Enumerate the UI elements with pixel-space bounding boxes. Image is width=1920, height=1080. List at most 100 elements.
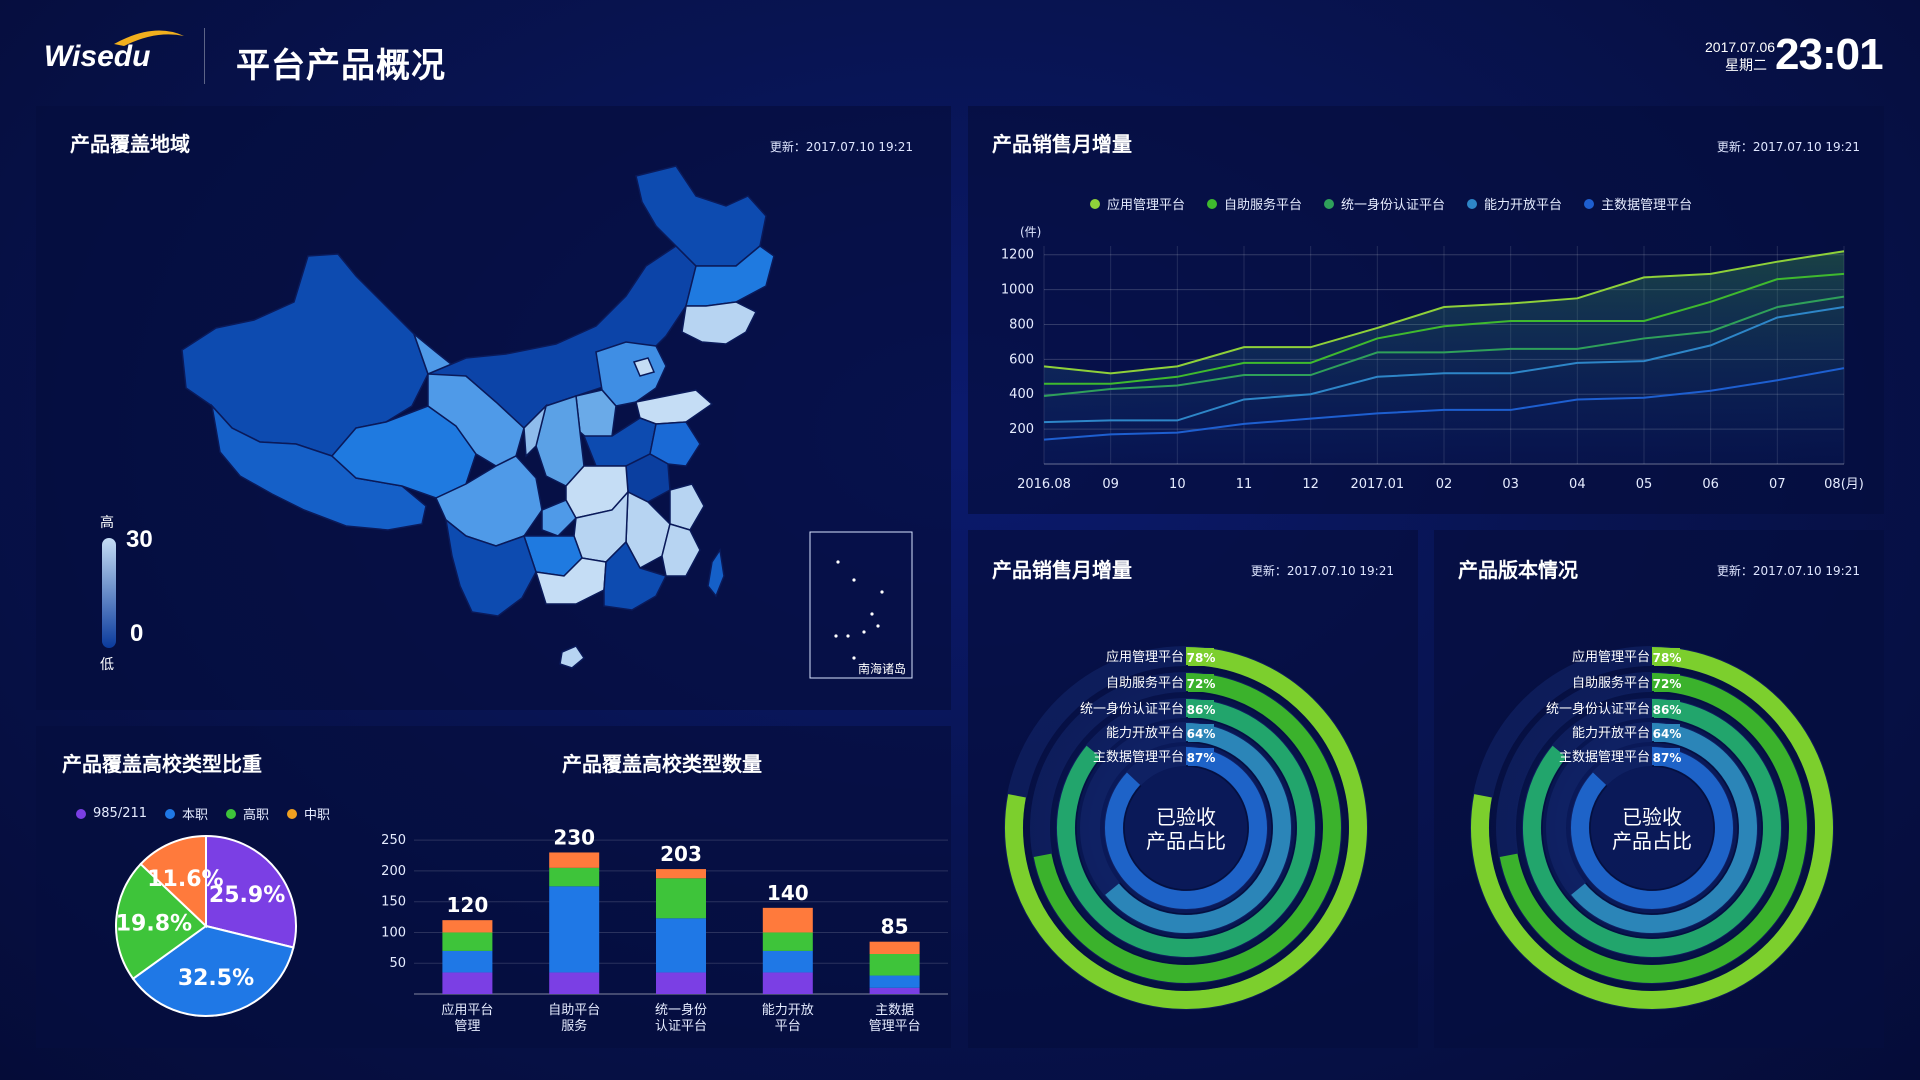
bar-segment <box>762 907 813 933</box>
map-panel: 产品覆盖地域 更新：2017.07.10 19:21 高 低 30 0 南海诸岛 <box>36 106 951 710</box>
radial-item-label: 统一身份认证平台 <box>1080 701 1184 717</box>
radial-value-text: 78% <box>1187 651 1216 665</box>
bar-segment <box>549 972 600 994</box>
bar-chart: 50 100 150 200 250 120 应用平台管理 230 自助平台服务 203 统一身份认… <box>381 825 948 1034</box>
radial-center-line1: 已验收 <box>1622 805 1682 829</box>
region-zhejiang[interactable] <box>669 483 705 531</box>
bar-segment <box>762 932 813 951</box>
bar-total-label: 120 <box>447 893 489 917</box>
radial-item-label: 能力开放平台 <box>1106 726 1184 741</box>
bar-total-label: 140 <box>767 881 809 905</box>
bar-segment <box>656 878 706 919</box>
x-tick-label: 04 <box>1569 477 1586 492</box>
south-china-sea-inset <box>809 531 913 679</box>
scale-low-label: 低 <box>100 657 114 673</box>
pie-slice-label: 11.6% <box>147 867 223 892</box>
x-tick-label: 11 <box>1236 477 1253 492</box>
pie-slice-label: 19.8% <box>116 912 192 937</box>
bar-y-tick-label: 100 <box>381 925 406 940</box>
y-tick-label: 400 <box>1009 387 1034 402</box>
bar-segment <box>549 886 600 973</box>
bar-segment <box>762 972 813 994</box>
region-fujian[interactable] <box>661 523 701 577</box>
radial-item-label: 自助服务平台 <box>1572 675 1650 691</box>
y-tick-label: 800 <box>1009 317 1034 332</box>
bar-category-label: 自助平台 <box>548 1003 600 1018</box>
line-chart-panel: 产品销售月增量 更新：2017.07.10 19:21 应用管理平台 自助服务平台… <box>968 106 1884 514</box>
region-liaoning[interactable] <box>681 301 758 345</box>
bar-segment <box>442 932 493 951</box>
scale-min-value: 0 <box>130 620 144 647</box>
radial-item-label: 能力开放平台 <box>1572 726 1650 741</box>
region-taiwan[interactable] <box>707 547 725 598</box>
radial-item-label: 主数据管理平台 <box>1559 750 1650 765</box>
china-map <box>102 165 913 679</box>
radial-center-line2: 产品占比 <box>1612 829 1692 853</box>
x-tick-label: 2016.08 <box>1017 477 1071 492</box>
region-shandong[interactable] <box>635 389 714 425</box>
radial-value-text: 78% <box>1653 651 1682 665</box>
radial-item-label: 应用管理平台 <box>1572 649 1650 665</box>
bar-y-tick-label: 50 <box>389 956 406 971</box>
y-axis-unit: (件) <box>1020 225 1041 239</box>
bar-y-tick-label: 150 <box>381 895 406 910</box>
radial-panel-version: 产品版本情况 更新：2017.07.10 19:21 应用管理平台 78% 自助服务… <box>1434 530 1884 1048</box>
x-tick-label: 05 <box>1636 477 1653 492</box>
page-title: 平台产品概况 <box>236 46 446 86</box>
y-tick-label: 600 <box>1009 352 1034 367</box>
region-heilongjiang[interactable] <box>635 165 767 267</box>
bar-category-label: 平台 <box>775 1019 801 1034</box>
radial-panel-sales: 产品销售月增量 更新：2017.07.10 19:21 应用管理平台 78% 自助服… <box>968 530 1418 1048</box>
radial-value-text: 87% <box>1187 751 1216 765</box>
bar-category-label: 应用平台 <box>441 1002 493 1018</box>
x-tick-label: 02 <box>1436 477 1453 492</box>
radial-value-text: 86% <box>1187 703 1216 717</box>
school-type-panel: 产品覆盖高校类型比重 产品覆盖高校类型数量 985/211 本职 高职 中职 25.9… <box>36 726 951 1048</box>
pie-slice-label: 32.5% <box>178 966 254 991</box>
x-tick-label: 10 <box>1169 477 1186 492</box>
radial-item-label: 自助服务平台 <box>1106 675 1184 691</box>
wisedu-logo: Wisedu <box>44 26 194 82</box>
bar-segment <box>442 972 493 994</box>
radial-center-line2: 产品占比 <box>1146 829 1226 853</box>
bar-segment <box>869 987 920 994</box>
bar-y-tick-label: 250 <box>381 833 406 848</box>
inset-label: 南海诸岛 <box>858 662 907 676</box>
date-block: 2017.07.06 星期二 <box>1705 38 1775 74</box>
bar-segment <box>442 920 493 933</box>
bar-total-label: 203 <box>660 842 702 866</box>
map-scale-bar <box>102 538 116 648</box>
bar-segment <box>656 869 706 879</box>
y-tick-label: 200 <box>1009 422 1034 437</box>
x-tick-label: 07 <box>1769 477 1786 492</box>
region-hainan[interactable] <box>559 645 585 669</box>
bar-segment <box>549 867 600 887</box>
radial-chart-1: 应用管理平台 78%自助服务平台 72%统一身份认证平台 86%能力开放平台 64%主数… <box>996 638 1376 1018</box>
radial-item-label: 应用管理平台 <box>1106 649 1184 665</box>
radial-value-text: 86% <box>1653 703 1682 717</box>
radial-value-text: 72% <box>1187 677 1216 691</box>
y-tick-label: 1000 <box>1001 283 1034 298</box>
scale-high-label: 高 <box>100 515 114 531</box>
bar-segment <box>656 972 706 994</box>
bar-category-label: 统一身份 <box>655 1002 707 1018</box>
weekday-text: 星期二 <box>1725 57 1767 73</box>
x-tick-label: 08(月) <box>1824 477 1864 492</box>
bar-total-label: 230 <box>553 825 595 849</box>
radial-value-text: 72% <box>1653 677 1682 691</box>
bar-segment <box>869 954 920 976</box>
header: Wisedu 平台产品概况 2017.07.06 星期二 23:01 <box>0 0 1920 100</box>
bar-category-label: 能力开放 <box>762 1003 814 1018</box>
y-tick-label: 1200 <box>1001 248 1034 263</box>
radial-value-text: 87% <box>1653 751 1682 765</box>
radial-value-text: 64% <box>1653 727 1682 741</box>
logo-text: Wisedu <box>44 40 151 73</box>
bar-segment <box>656 918 706 973</box>
radial-chart-2: 应用管理平台 78%自助服务平台 72%统一身份认证平台 86%能力开放平台 64%主数… <box>1462 638 1842 1018</box>
x-tick-label: 12 <box>1302 477 1319 492</box>
radial-item-label: 主数据管理平台 <box>1093 750 1184 765</box>
x-tick-label: 09 <box>1102 477 1119 492</box>
scale-max-value: 30 <box>126 526 153 553</box>
bar-segment <box>869 941 920 954</box>
radial-item-label: 统一身份认证平台 <box>1546 701 1650 717</box>
